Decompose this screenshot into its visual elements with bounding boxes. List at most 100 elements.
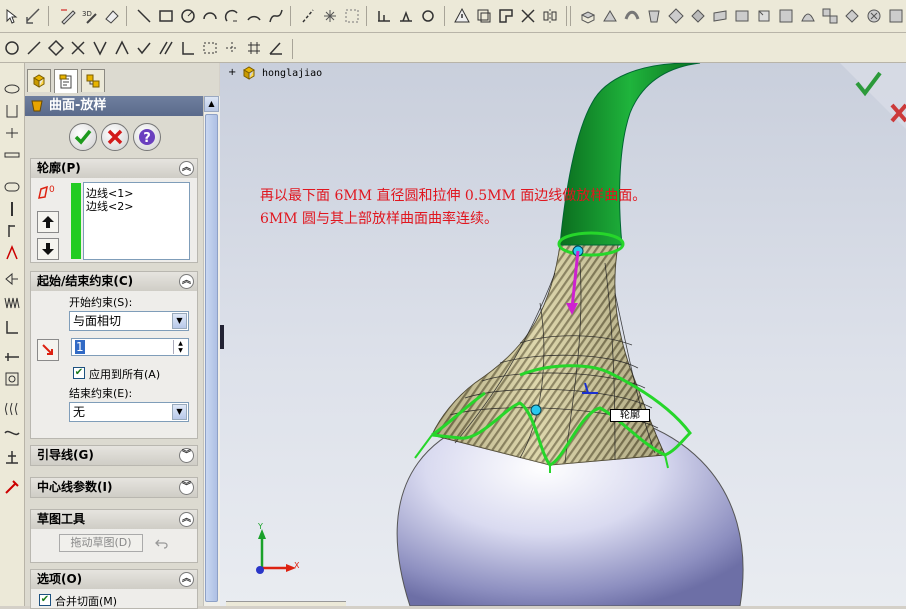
untrim-surface-icon[interactable] xyxy=(2,369,22,389)
dashed-rect-icon[interactable] xyxy=(200,38,220,58)
perpendicular-icon[interactable] xyxy=(178,38,198,58)
reverse-direction-button[interactable] xyxy=(37,339,59,361)
merge-faces-checkbox[interactable]: ✔ xyxy=(39,594,51,606)
sketch-tools-header[interactable]: 草图工具 ︽ xyxy=(31,510,197,529)
spin-up-icon[interactable]: ▲ xyxy=(174,340,187,347)
radiate-surface-icon[interactable] xyxy=(2,269,22,289)
start-constraint-select[interactable]: 与面相切 ▼ xyxy=(69,311,189,331)
loft-icon[interactable] xyxy=(644,6,664,26)
select-icon[interactable] xyxy=(2,6,22,26)
undo-icon[interactable] xyxy=(155,536,169,550)
angle-icon[interactable] xyxy=(112,38,132,58)
chevron-up-icon[interactable]: ︽ xyxy=(179,161,194,176)
help-button[interactable]: ? xyxy=(133,123,161,151)
revolved-surface-icon[interactable] xyxy=(2,101,22,121)
scroll-up-icon[interactable]: ▲ xyxy=(204,96,219,112)
tangent-length-input[interactable]: 1 ▲ ▼ xyxy=(71,338,189,356)
slash-line-icon[interactable] xyxy=(24,38,44,58)
dimension-icon[interactable] xyxy=(374,6,394,26)
centerline-header[interactable]: 中心线参数(I) ︾ xyxy=(31,478,197,497)
draft-icon[interactable] xyxy=(754,6,774,26)
graphics-viewport[interactable]: + honglajiao 再以最下面 6MM 直径圆和拉伸 0.5MM 面边线做… xyxy=(220,63,906,606)
hole-wizard-icon[interactable] xyxy=(842,6,862,26)
split-line-icon[interactable] xyxy=(2,477,22,497)
extruded-surface-icon[interactable] xyxy=(2,79,22,99)
end-constraint-select[interactable]: 无 ▼ xyxy=(69,402,189,422)
pm-scrollbar[interactable]: ▲ xyxy=(203,96,220,606)
cross-icon[interactable] xyxy=(68,38,88,58)
rib-icon[interactable] xyxy=(732,6,752,26)
cut-with-surface-icon[interactable] xyxy=(2,423,22,443)
wrap-icon[interactable] xyxy=(776,6,796,26)
constraints-group-header[interactable]: 起始/结束约束(C) ︽ xyxy=(31,272,197,291)
trim-icon[interactable] xyxy=(518,6,538,26)
3d-sketch-icon[interactable]: 3D xyxy=(80,6,100,26)
circle-icon[interactable] xyxy=(178,6,198,26)
grid-snap-icon[interactable] xyxy=(244,38,264,58)
sketch-icon[interactable] xyxy=(58,6,78,26)
parallel-icon[interactable] xyxy=(156,38,176,58)
offset-entities-icon[interactable] xyxy=(474,6,494,26)
list-item[interactable]: 边线<2> xyxy=(86,198,133,214)
extrude-icon[interactable] xyxy=(578,6,598,26)
apply-all-checkbox[interactable]: ✔ xyxy=(73,367,85,379)
lofted-surface-icon[interactable] xyxy=(2,145,22,165)
polygon-icon[interactable] xyxy=(46,38,66,58)
boundary-surface-icon[interactable] xyxy=(2,177,22,197)
circle-tool-icon[interactable] xyxy=(2,38,22,58)
drag-sketch-button[interactable]: 拖动草图(D) xyxy=(59,534,143,552)
profile-callout[interactable]: 轮廓 xyxy=(610,409,650,422)
mirror-icon[interactable] xyxy=(540,6,560,26)
chamfer-icon[interactable] xyxy=(688,6,708,26)
more-tools-icon[interactable] xyxy=(886,6,906,26)
centerpoint-arc-icon[interactable] xyxy=(200,6,220,26)
fillet-icon[interactable] xyxy=(666,6,686,26)
profile-list[interactable]: 边线<1> 边线<2> xyxy=(83,182,190,260)
spin-buttons[interactable]: ▲ ▼ xyxy=(173,340,187,354)
cancel-button[interactable] xyxy=(101,123,129,151)
chevron-up-icon[interactable]: ︽ xyxy=(179,512,194,527)
sweep-icon[interactable] xyxy=(622,6,642,26)
split-icon[interactable] xyxy=(90,38,110,58)
knit-surface-icon[interactable] xyxy=(2,293,22,313)
angle-snap-icon[interactable] xyxy=(266,38,286,58)
revolve-icon[interactable] xyxy=(600,6,620,26)
display-relations-icon[interactable] xyxy=(418,6,438,26)
spin-down-icon[interactable]: ▼ xyxy=(174,347,187,354)
tab-property-manager[interactable] xyxy=(54,69,78,93)
ok-button[interactable] xyxy=(69,123,97,151)
options-header[interactable]: 选项(O) ︽ xyxy=(31,570,197,589)
move-down-button[interactable] xyxy=(37,238,59,260)
filled-surface-icon[interactable] xyxy=(2,199,22,219)
trim-surface-icon[interactable] xyxy=(2,347,22,367)
offset-surface-icon[interactable] xyxy=(2,243,22,263)
guide-curves-header[interactable]: 引导线(G) ︾ xyxy=(31,446,197,465)
smart-dimension-icon[interactable] xyxy=(24,6,44,26)
line-icon[interactable] xyxy=(134,6,154,26)
convert-entities-icon[interactable] xyxy=(496,6,516,26)
eraser-icon[interactable] xyxy=(102,6,122,26)
tangent-arc-icon[interactable] xyxy=(222,6,242,26)
grid-icon[interactable] xyxy=(342,6,362,26)
thicken-icon[interactable] xyxy=(2,399,22,419)
delete-face-icon[interactable] xyxy=(864,6,884,26)
face-fillet-icon[interactable] xyxy=(2,447,22,467)
shell-icon[interactable] xyxy=(710,6,730,26)
chevron-down-icon[interactable]: ︾ xyxy=(179,480,194,495)
profile-group-header[interactable]: 轮廓(P) ︽ xyxy=(31,159,197,178)
connector-handle-bottom[interactable] xyxy=(530,404,542,416)
rectangle-icon[interactable] xyxy=(156,6,176,26)
warning-icon[interactable] xyxy=(452,6,472,26)
extend-surface-icon[interactable] xyxy=(2,317,22,337)
swept-surface-icon[interactable] xyxy=(2,123,22,143)
tree-expand-icon[interactable]: + xyxy=(228,67,236,78)
planar-surface-icon[interactable] xyxy=(2,221,22,241)
dome-icon[interactable] xyxy=(798,6,818,26)
tree-root-label[interactable]: honglajiao xyxy=(262,68,322,79)
point-icon[interactable] xyxy=(320,6,340,26)
three-point-arc-icon[interactable] xyxy=(244,6,264,26)
splitter-handle[interactable] xyxy=(220,325,224,349)
dashed-grid-icon[interactable] xyxy=(222,38,242,58)
add-relation-icon[interactable] xyxy=(396,6,416,26)
linear-pattern-icon[interactable] xyxy=(820,6,840,26)
